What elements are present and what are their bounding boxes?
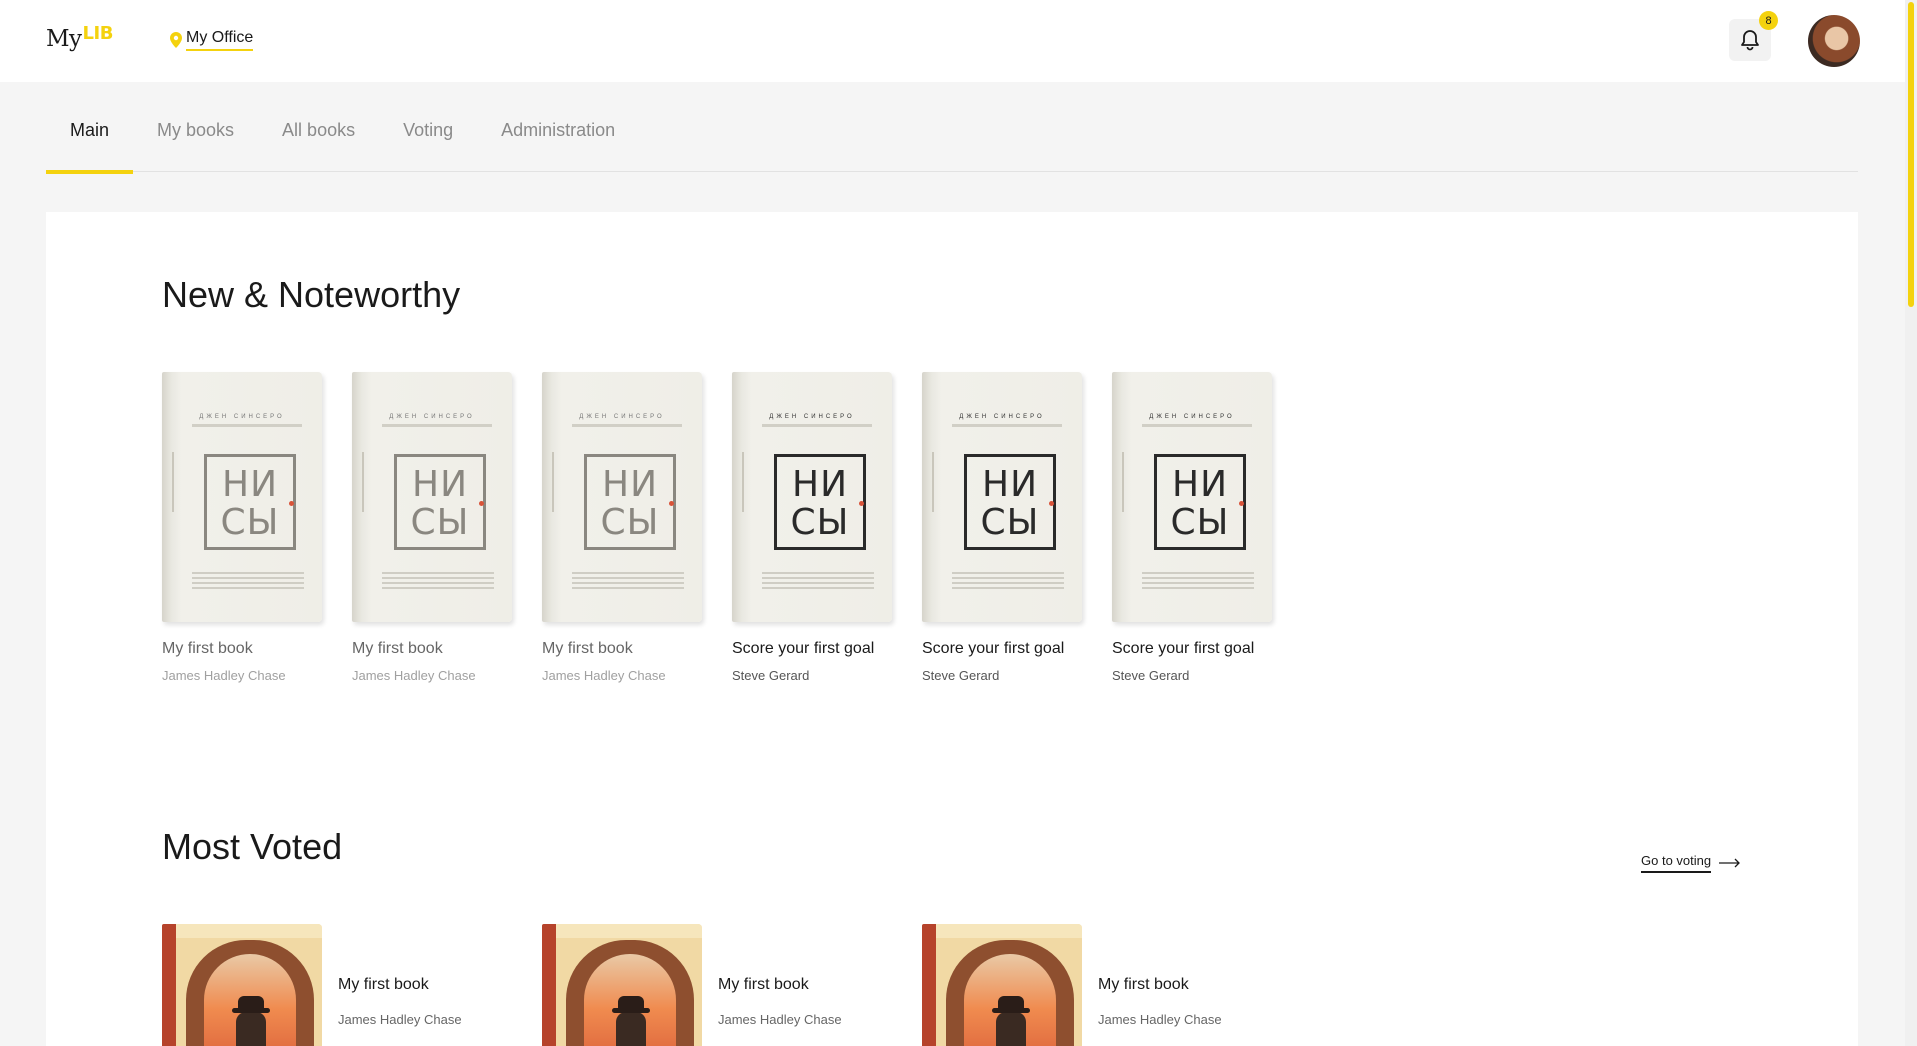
book-card[interactable]: ДЖЕН СИНСЕРО НИ СЫ Score your first goal … bbox=[922, 372, 1082, 683]
most-voted-title: Most Voted bbox=[162, 826, 343, 867]
cover-title-line1: НИ bbox=[412, 464, 468, 505]
book-author: Steve Gerard bbox=[1112, 668, 1190, 683]
book-author: James Hadley Chase bbox=[542, 668, 666, 683]
book-author: James Hadley Chase bbox=[162, 668, 286, 683]
office-selector[interactable]: My Office bbox=[170, 29, 254, 51]
book-card[interactable]: ДЖЕН СИНСЕРО НИ СЫ My first book James Ha… bbox=[162, 372, 322, 683]
location-pin-icon bbox=[170, 32, 182, 48]
book-cover bbox=[542, 924, 702, 1046]
tab-all-books[interactable]: All books bbox=[258, 110, 379, 172]
page-scrollbar[interactable] bbox=[1905, 0, 1917, 1046]
scrollbar-thumb[interactable] bbox=[1908, 2, 1914, 307]
cover-title-line2: СЫ bbox=[790, 502, 850, 543]
cover-author: ДЖЕН СИНСЕРО bbox=[1149, 414, 1235, 420]
bell-icon bbox=[1741, 30, 1759, 51]
book-author: Steve Gerard bbox=[922, 668, 1000, 683]
cover-title-line2: СЫ bbox=[220, 502, 280, 543]
office-label: My Office bbox=[186, 29, 254, 51]
arrow-right-icon bbox=[1719, 858, 1741, 868]
book-card[interactable]: ДЖЕН СИНСЕРО НИ СЫ Score your first goal … bbox=[1112, 372, 1272, 683]
book-title: My first book bbox=[1098, 976, 1189, 993]
book-cover: ДЖЕН СИНСЕРО НИ СЫ bbox=[162, 372, 322, 622]
logo-text: My bbox=[46, 26, 82, 52]
book-author: James Hadley Chase bbox=[352, 668, 476, 683]
cover-title-line2: СЫ bbox=[980, 502, 1040, 543]
book-title: Score your first goal bbox=[922, 640, 1065, 657]
go-to-voting-link[interactable]: Go to voting bbox=[1641, 853, 1741, 873]
book-title: My first book bbox=[162, 640, 253, 657]
voted-book-card[interactable]: My first book James Hadley Chase bbox=[542, 924, 922, 1046]
book-cover: ДЖЕН СИНСЕРО НИ СЫ bbox=[1112, 372, 1272, 622]
book-title: Score your first goal bbox=[1112, 640, 1255, 657]
top-header: MyLIB My Office 8 bbox=[0, 0, 1905, 82]
cover-title-line2: СЫ bbox=[600, 502, 660, 543]
book-title: My first book bbox=[338, 976, 429, 993]
book-cover bbox=[162, 924, 322, 1046]
book-title: My first book bbox=[542, 640, 633, 657]
voted-book-card[interactable]: My first book James Hadley Chase bbox=[922, 924, 1302, 1046]
most-voted-list: My first book James Hadley Chase My firs… bbox=[162, 924, 1302, 1046]
book-title: Score your first goal bbox=[732, 640, 875, 657]
cover-title-line1: НИ bbox=[602, 464, 658, 505]
book-author: Steve Gerard bbox=[732, 668, 810, 683]
book-cover: ДЖЕН СИНСЕРО НИ СЫ bbox=[732, 372, 892, 622]
cover-author: ДЖЕН СИНСЕРО bbox=[389, 414, 475, 420]
book-title: My first book bbox=[352, 640, 443, 657]
cover-title-line1: НИ bbox=[792, 464, 848, 505]
book-cover: ДЖЕН СИНСЕРО НИ СЫ bbox=[542, 372, 702, 622]
cover-author: ДЖЕН СИНСЕРО bbox=[959, 414, 1045, 420]
logo-accent: LIB bbox=[82, 23, 114, 44]
tab-my-books[interactable]: My books bbox=[133, 110, 258, 172]
new-noteworthy-list: ДЖЕН СИНСЕРО НИ СЫ My first book James Ha… bbox=[162, 372, 1302, 683]
voted-book-card[interactable]: My first book James Hadley Chase bbox=[162, 924, 542, 1046]
book-cover: ДЖЕН СИНСЕРО НИ СЫ bbox=[352, 372, 512, 622]
book-card[interactable]: ДЖЕН СИНСЕРО НИ СЫ My first book James Ha… bbox=[542, 372, 702, 683]
book-cover: ДЖЕН СИНСЕРО НИ СЫ bbox=[922, 372, 1082, 622]
tab-voting[interactable]: Voting bbox=[379, 110, 477, 172]
book-card[interactable]: ДЖЕН СИНСЕРО НИ СЫ My first book James Ha… bbox=[352, 372, 512, 683]
content-panel: New & Noteworthy ДЖЕН СИНСЕРО НИ СЫ My fi… bbox=[46, 212, 1858, 1046]
notification-badge: 8 bbox=[1759, 11, 1778, 30]
book-author: James Hadley Chase bbox=[1098, 1012, 1222, 1027]
cover-title-line1: НИ bbox=[1172, 464, 1228, 505]
cover-title-line2: СЫ bbox=[1170, 502, 1230, 543]
new-noteworthy-title: New & Noteworthy bbox=[162, 274, 461, 315]
go-to-voting-label: Go to voting bbox=[1641, 853, 1712, 873]
main-tabs: Main My books All books Voting Administr… bbox=[46, 110, 1858, 174]
cover-author: ДЖЕН СИНСЕРО bbox=[579, 414, 665, 420]
avatar[interactable] bbox=[1808, 15, 1860, 67]
cover-author: ДЖЕН СИНСЕРО bbox=[199, 414, 285, 420]
cover-title-line1: НИ bbox=[222, 464, 278, 505]
book-author: James Hadley Chase bbox=[338, 1012, 462, 1027]
book-author: James Hadley Chase bbox=[718, 1012, 842, 1027]
cover-title-line1: НИ bbox=[982, 464, 1038, 505]
cover-author: ДЖЕН СИНСЕРО bbox=[769, 414, 855, 420]
tab-administration[interactable]: Administration bbox=[477, 110, 639, 172]
book-cover bbox=[922, 924, 1082, 1046]
book-title: My first book bbox=[718, 976, 809, 993]
tab-main[interactable]: Main bbox=[46, 110, 134, 174]
cover-title-line2: СЫ bbox=[410, 502, 470, 543]
book-card[interactable]: ДЖЕН СИНСЕРО НИ СЫ Score your first goal … bbox=[732, 372, 892, 683]
app-logo[interactable]: MyLIB bbox=[46, 23, 114, 52]
